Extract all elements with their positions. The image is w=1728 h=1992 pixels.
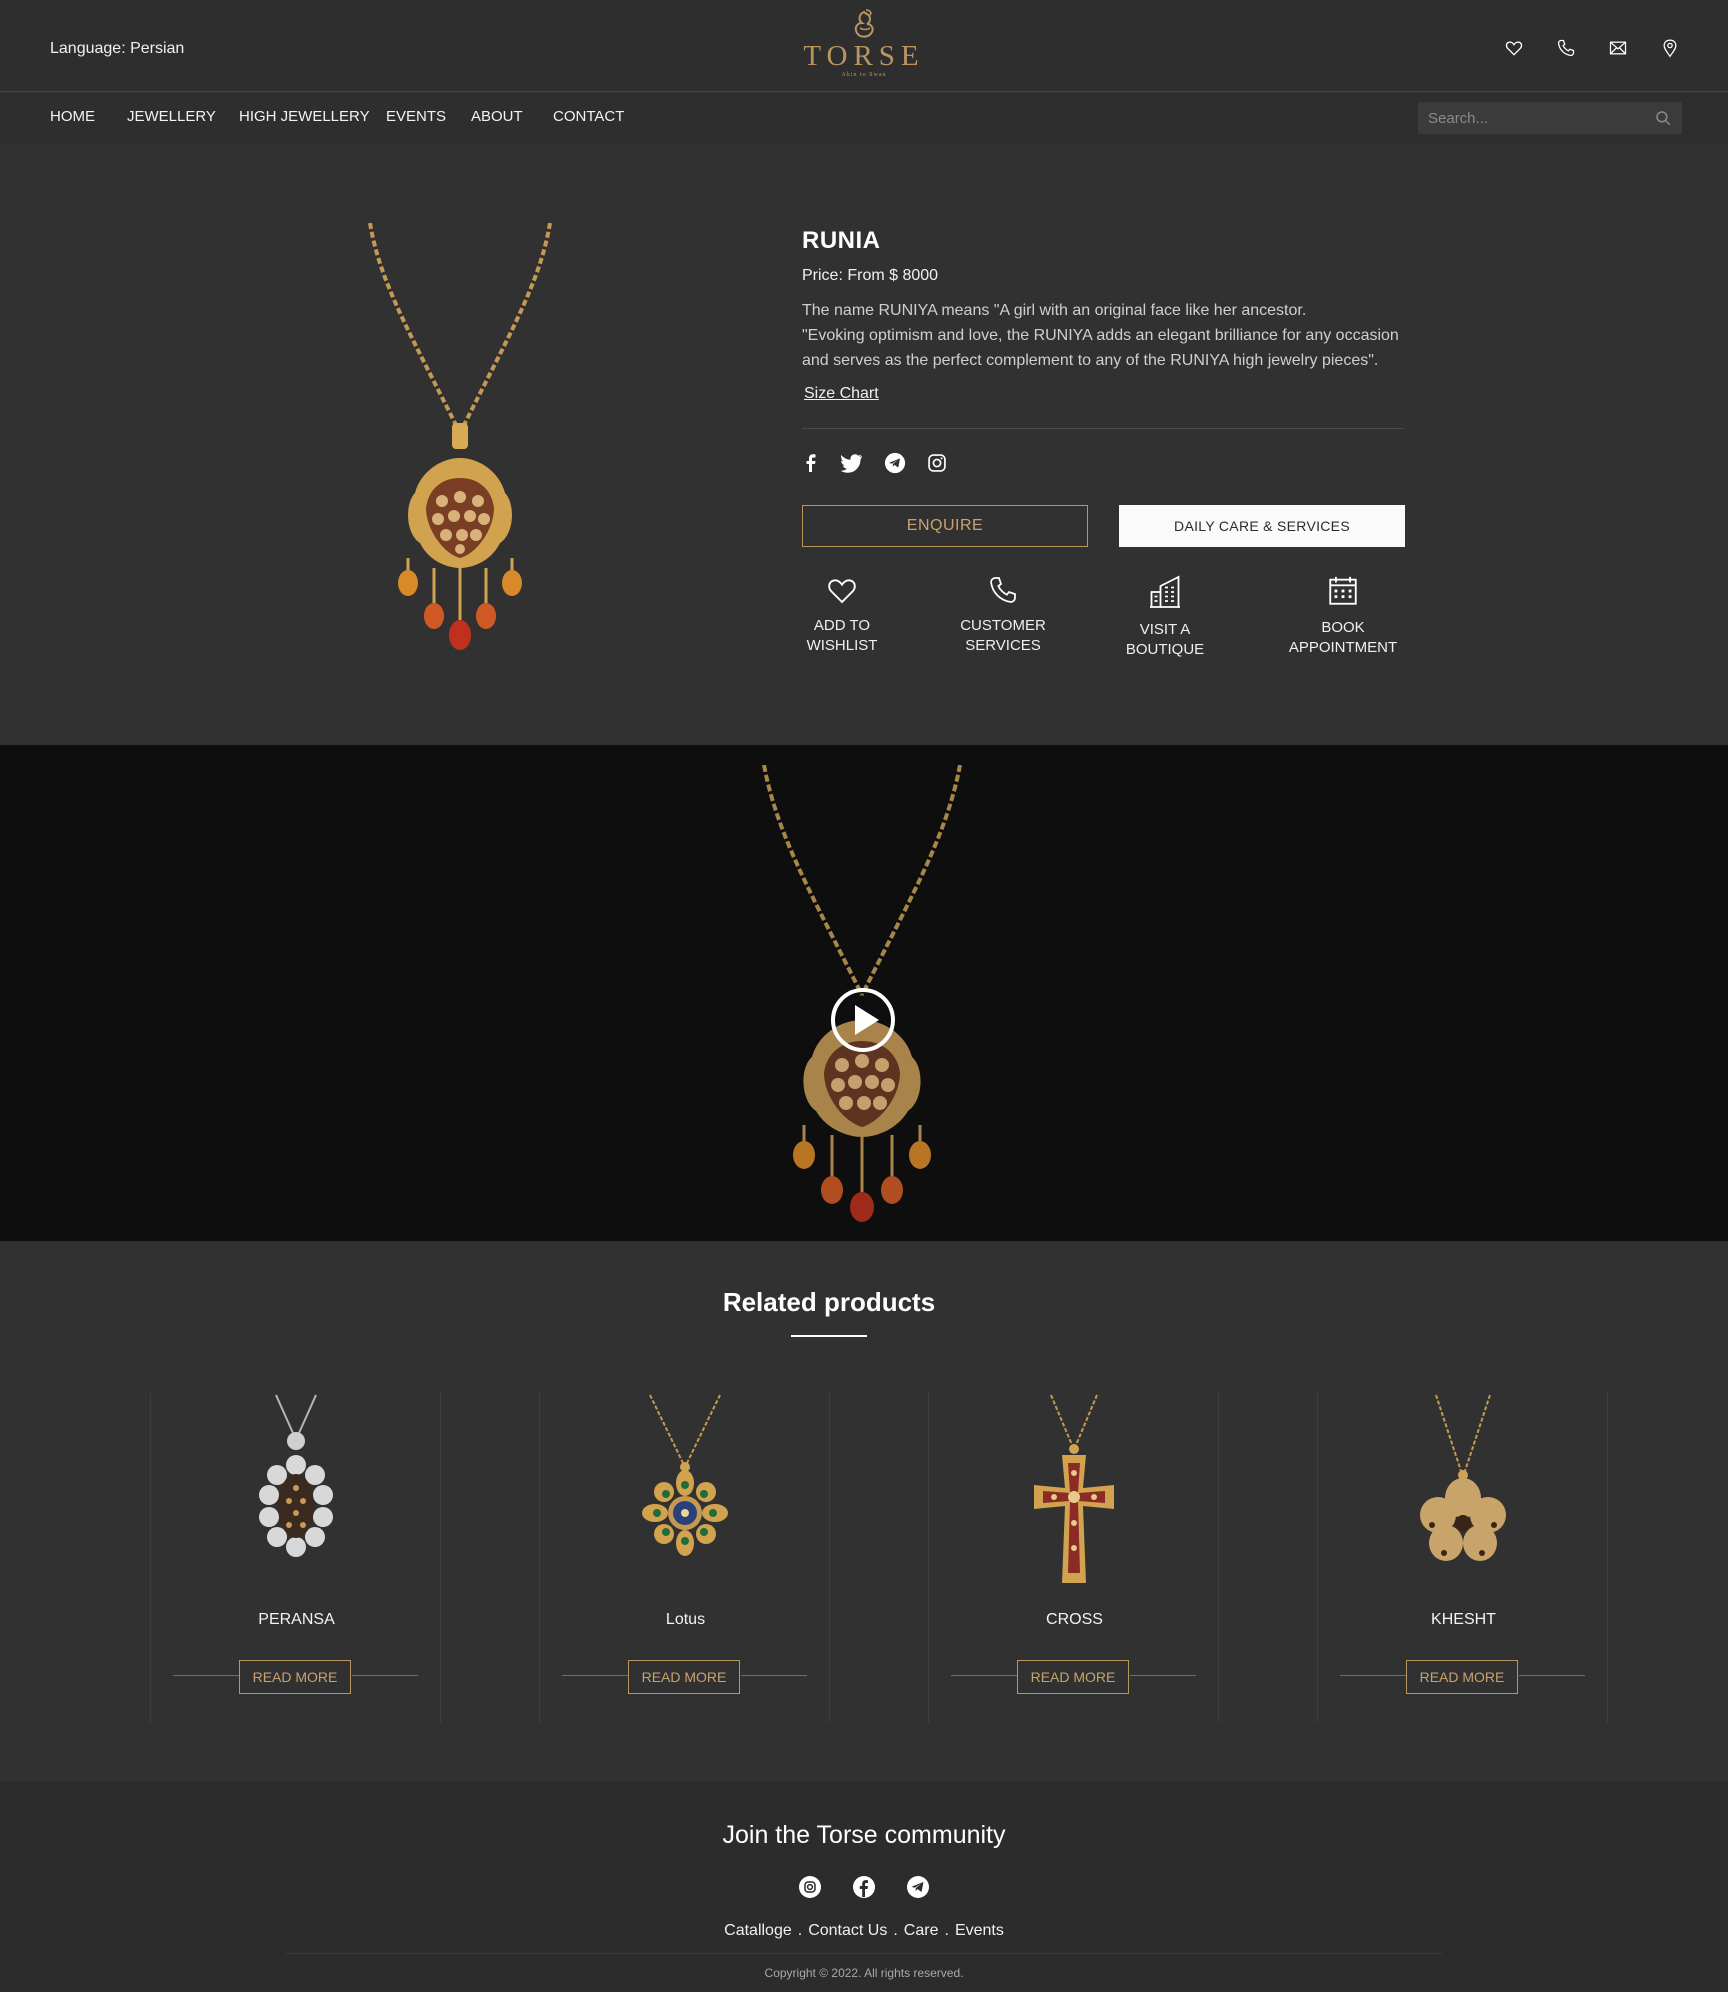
search-icon[interactable]: [1654, 109, 1672, 127]
customer-services-action[interactable]: CUSTOMER SERVICES: [933, 574, 1073, 656]
decorative-line: [741, 1675, 807, 1676]
action-label: BOOK APPOINTMENT: [1288, 619, 1398, 656]
product-name: Lotus: [665, 1611, 706, 1628]
footer-link-care[interactable]: Care: [904, 1922, 939, 1939]
title-underline: [791, 1335, 867, 1337]
twitter-icon[interactable]: [841, 453, 863, 473]
visit-boutique-action[interactable]: VISIT A BOUTIQUE: [1095, 574, 1235, 660]
location-icon[interactable]: [1660, 38, 1680, 58]
heart-icon[interactable]: [1504, 38, 1524, 58]
video-section: [0, 745, 1728, 1241]
cross-product-image: [1034, 1394, 1114, 1583]
product-image[interactable]: [360, 223, 560, 663]
product-description: The name RUNIYA means "A girl with an or…: [802, 298, 1412, 373]
daily-care-services-button[interactable]: DAILY CARE & SERVICES: [1119, 505, 1405, 547]
read-more-button[interactable]: READ MORE: [1017, 1660, 1129, 1694]
decorative-line: [562, 1675, 628, 1676]
phone-icon: [990, 577, 1016, 603]
link-separator: .: [797, 1922, 803, 1939]
related-products-title: Related products: [722, 1287, 936, 1317]
brand-logo[interactable]: TORSE Akin to Swan: [780, 8, 948, 86]
action-label: CUSTOMER SERVICES: [960, 617, 1046, 654]
product-name: PERANSA: [258, 1611, 335, 1628]
nav-about[interactable]: ABOUT: [471, 108, 523, 125]
facebook-icon[interactable]: [802, 453, 820, 473]
nav-jewellery[interactable]: JEWELLERY: [127, 108, 216, 125]
read-more-button[interactable]: READ MORE: [1406, 1660, 1518, 1694]
decorative-line: [1130, 1675, 1196, 1676]
decorative-line: [352, 1675, 418, 1676]
product-card[interactable]: KHESHT READ MORE: [1317, 1393, 1608, 1723]
nav-contact[interactable]: CONTACT: [553, 108, 624, 125]
heart-icon: [828, 579, 856, 604]
logo-text: TORSE: [803, 40, 925, 72]
add-to-wishlist-action[interactable]: ADD TO WISHLIST: [772, 574, 912, 656]
khesht-product-image: [1420, 1394, 1506, 1561]
footer-link-events[interactable]: Events: [955, 1922, 1004, 1939]
main-nav: HOME JEWELLERY HIGH JEWELLERY EVENTS ABO…: [0, 93, 1728, 143]
product-card[interactable]: CROSS READ MORE: [928, 1393, 1219, 1723]
size-chart-link[interactable]: Size Chart: [804, 385, 879, 403]
product-name: CROSS: [1046, 1611, 1103, 1628]
decorative-line: [951, 1675, 1017, 1676]
related-products-section: Related products PERANSA READ MORE Lotus…: [0, 1241, 1728, 1781]
footer-divider: [286, 1953, 1442, 1954]
description-line-1: The name RUNIYA means "A girl with an or…: [802, 302, 1307, 319]
facebook-icon[interactable]: [852, 1875, 876, 1899]
language-selector[interactable]: Language: Persian: [50, 40, 184, 58]
footer-link-catalogue[interactable]: Catalloge: [724, 1922, 792, 1939]
decorative-line: [1340, 1675, 1406, 1676]
calendar-icon: [1329, 576, 1357, 605]
divider: [802, 428, 1404, 429]
swan-logo-icon: [854, 9, 874, 38]
action-label: ADD TO WISHLIST: [806, 617, 878, 654]
nav-high-jewellery[interactable]: HIGH JEWELLERY: [239, 108, 370, 125]
search-box: [1418, 102, 1682, 134]
search-input[interactable]: [1418, 102, 1638, 134]
decorative-line: [173, 1675, 239, 1676]
footer-social-icons: [798, 1875, 930, 1899]
action-label: VISIT A BOUTIQUE: [1125, 621, 1205, 658]
header-icons: [1504, 38, 1680, 58]
product-price: Price: From $ 8000: [802, 267, 939, 284]
instagram-icon[interactable]: [798, 1875, 822, 1899]
link-separator: .: [893, 1922, 898, 1939]
share-icons: [802, 452, 947, 474]
mail-icon[interactable]: [1608, 38, 1628, 58]
link-separator: .: [944, 1922, 949, 1939]
building-icon: [1150, 575, 1180, 608]
telegram-icon[interactable]: [906, 1875, 930, 1899]
phone-icon[interactable]: [1556, 38, 1576, 58]
description-line-2: "Evoking optimism and love, the RUNIYA a…: [802, 327, 1399, 369]
read-more-button[interactable]: READ MORE: [628, 1660, 740, 1694]
product-card[interactable]: Lotus READ MORE: [539, 1393, 830, 1723]
product-section: RUNIA Price: From $ 8000 The name RUNIYA…: [0, 143, 1728, 745]
copyright-text: Copyright © 2022. All rights reserved.: [764, 1966, 964, 1980]
telegram-icon[interactable]: [884, 452, 906, 474]
enquire-button[interactable]: ENQUIRE: [802, 505, 1088, 547]
product-name: KHESHT: [1431, 1611, 1496, 1628]
product-card[interactable]: PERANSA READ MORE: [150, 1393, 441, 1723]
book-appointment-action[interactable]: BOOK APPOINTMENT: [1273, 574, 1413, 658]
nav-home[interactable]: HOME: [50, 108, 95, 125]
footer-link-contact-us[interactable]: Contact Us: [808, 1922, 887, 1939]
instagram-icon[interactable]: [927, 453, 947, 473]
peransa-product-image: [259, 1394, 333, 1557]
top-bar: Language: Persian TORSE Akin to Swan: [0, 0, 1728, 92]
decorative-line: [1519, 1675, 1585, 1676]
read-more-button[interactable]: READ MORE: [239, 1660, 351, 1694]
footer-links: Catalloge. Contact Us. Care. Events: [0, 1922, 1728, 1940]
footer: Join the Torse community Catalloge. Conta…: [0, 1781, 1728, 1992]
lotus-product-image: [642, 1394, 728, 1556]
play-icon[interactable]: [830, 987, 896, 1053]
product-title: RUNIA: [802, 227, 881, 254]
nav-events[interactable]: EVENTS: [386, 108, 446, 125]
join-community-title: Join the Torse community: [722, 1821, 1006, 1849]
